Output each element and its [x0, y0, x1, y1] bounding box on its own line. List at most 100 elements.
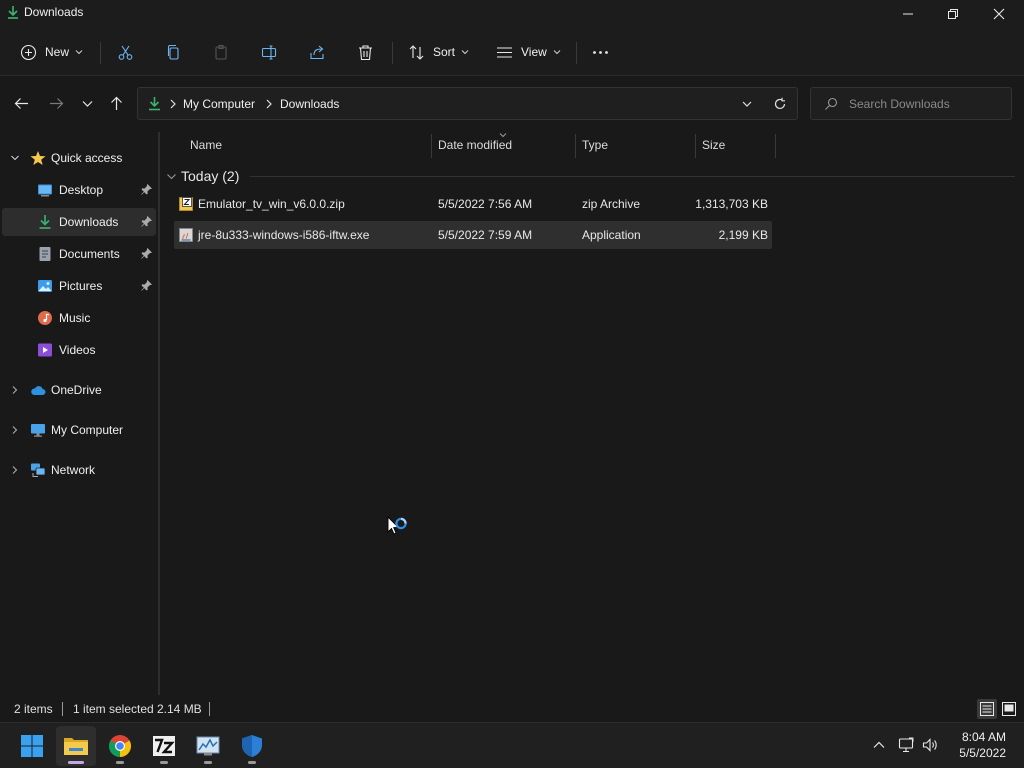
paste-icon: [215, 44, 227, 60]
sidebar-item-network[interactable]: Network: [2, 456, 156, 484]
view-button[interactable]: View: [496, 38, 561, 66]
computer-icon: [31, 424, 45, 437]
sidebar-item-label: Pictures: [59, 279, 103, 293]
new-button[interactable]: New: [20, 38, 83, 66]
taskbar-file-explorer[interactable]: [56, 726, 96, 766]
more-options-button[interactable]: [592, 38, 609, 66]
address-bar[interactable]: My Computer Downloads: [137, 87, 798, 120]
breadcrumb-downloads[interactable]: Downloads: [280, 97, 339, 111]
minimize-button[interactable]: [885, 0, 931, 28]
running-indicator: [248, 761, 256, 764]
chevron-right-icon: [170, 99, 176, 109]
pictures-icon: [38, 280, 52, 292]
recent-locations-button[interactable]: [76, 92, 98, 114]
rename-button[interactable]: [261, 38, 278, 66]
chevron-up-icon[interactable]: [871, 737, 887, 753]
details-view-button[interactable]: [977, 699, 997, 719]
pin-icon[interactable]: [141, 280, 152, 291]
pin-icon[interactable]: [141, 248, 152, 259]
column-header-type[interactable]: Type: [582, 138, 608, 162]
chrome-icon: [109, 735, 131, 757]
delete-button[interactable]: [357, 38, 374, 66]
sidebar-item-label: Desktop: [59, 183, 104, 197]
file-row[interactable]: jre-8u333-windows-i586-iftw.exe 5/5/2022…: [174, 221, 772, 249]
chevron-right-icon[interactable]: [10, 425, 20, 435]
sidebar-item-label: Quick access: [51, 151, 123, 165]
file-size: 2,199 KB: [718, 228, 768, 242]
volume-icon[interactable]: [922, 737, 938, 753]
trash-icon: [359, 44, 372, 60]
file-date: 5/5/2022 7:56 AM: [438, 197, 533, 211]
system-clock[interactable]: 8:04 AM 5/5/2022: [959, 729, 1006, 761]
start-button[interactable]: [12, 726, 52, 766]
sidebar-item-quick-access[interactable]: Quick access: [2, 144, 156, 172]
toolbar-separator: [100, 42, 101, 64]
desktop-icon: [38, 184, 52, 197]
sidebar-item-desktop[interactable]: Desktop: [2, 176, 156, 204]
file-name: Emulator_tv_win_v6.0.0.zip: [198, 197, 345, 211]
shield-icon: [242, 735, 262, 757]
sort-icon: [409, 44, 424, 60]
taskbar-chrome[interactable]: [100, 726, 140, 766]
pin-icon[interactable]: [141, 216, 152, 227]
chevron-right-icon[interactable]: [10, 385, 20, 395]
column-divider[interactable]: [695, 134, 696, 158]
sidebar-item-label: Videos: [59, 343, 96, 357]
sort-label: Sort: [433, 45, 456, 59]
chevron-right-icon[interactable]: [10, 465, 20, 475]
taskbar-windows-security[interactable]: [232, 726, 272, 766]
chevron-down-icon[interactable]: [740, 97, 754, 111]
search-box[interactable]: [810, 87, 1012, 120]
pin-icon[interactable]: [141, 184, 152, 195]
breadcrumb-my-computer[interactable]: My Computer: [183, 97, 255, 111]
documents-icon: [39, 247, 51, 261]
forward-button[interactable]: [45, 92, 67, 114]
search-input[interactable]: [849, 95, 1004, 113]
sidebar-item-music[interactable]: Music: [2, 304, 156, 332]
chevron-down-icon[interactable]: [10, 153, 20, 163]
sidebar-item-pictures[interactable]: Pictures: [2, 272, 156, 300]
copy-icon: [167, 44, 179, 60]
restore-icon: [948, 9, 958, 19]
window-title: Downloads: [24, 5, 84, 19]
restore-button[interactable]: [930, 0, 976, 28]
group-header-today[interactable]: Today (2): [166, 166, 239, 186]
column-divider[interactable]: [575, 134, 576, 158]
arrow-up-icon: [110, 96, 122, 110]
copy-button[interactable]: [165, 38, 182, 66]
sort-button[interactable]: Sort: [408, 38, 469, 66]
sidebar-item-videos[interactable]: Videos: [2, 336, 156, 364]
column-header-date-modified[interactable]: Date modified: [438, 138, 512, 162]
view-label: View: [521, 45, 547, 59]
up-button[interactable]: [105, 92, 127, 114]
chevron-right-icon: [266, 99, 272, 109]
network-status-icon[interactable]: [898, 737, 914, 753]
sidebar-item-downloads[interactable]: Downloads: [2, 208, 156, 236]
share-button[interactable]: [309, 38, 326, 66]
file-row[interactable]: Emulator_tv_win_v6.0.0.zip 5/5/2022 7:56…: [174, 190, 772, 218]
7zip-icon: [153, 736, 175, 756]
file-date: 5/5/2022 7:59 AM: [438, 228, 533, 242]
chevron-down-icon: [461, 50, 469, 55]
sidebar-item-onedrive[interactable]: OneDrive: [2, 376, 156, 404]
column-divider[interactable]: [431, 134, 432, 158]
taskbar-resource-monitor[interactable]: [188, 726, 228, 766]
sidebar-item-documents[interactable]: Documents: [2, 240, 156, 268]
column-divider[interactable]: [775, 134, 776, 158]
item-count: 2 items: [14, 702, 53, 716]
sidebar-item-my-computer[interactable]: My Computer: [2, 416, 156, 444]
large-icons-view-button[interactable]: [999, 699, 1019, 719]
paste-button[interactable]: [213, 38, 230, 66]
chevron-down-icon: [82, 100, 92, 107]
taskbar-7zip[interactable]: [144, 726, 184, 766]
refresh-icon[interactable]: [773, 97, 787, 111]
back-button[interactable]: [10, 92, 32, 114]
column-header-size[interactable]: Size: [702, 138, 725, 162]
column-header-name[interactable]: Name: [190, 138, 222, 162]
cut-button[interactable]: [117, 38, 134, 66]
running-indicator: [204, 761, 212, 764]
file-type: Application: [582, 228, 641, 242]
close-button[interactable]: [976, 0, 1022, 28]
cloud-icon: [31, 386, 46, 395]
new-label: New: [45, 45, 70, 59]
